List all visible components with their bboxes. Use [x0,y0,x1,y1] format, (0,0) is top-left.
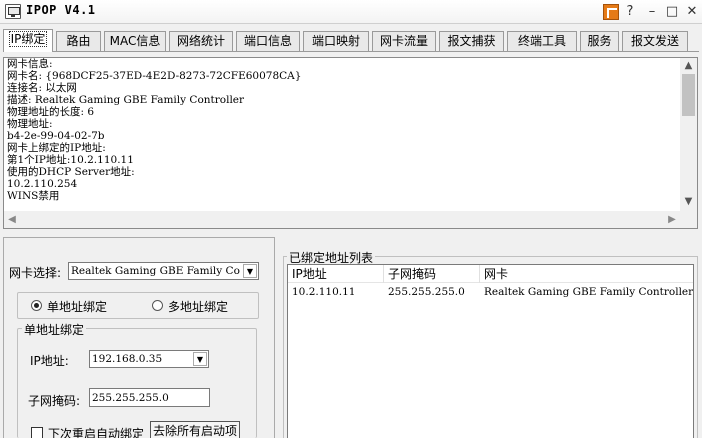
radio-multi-address[interactable] [152,300,163,311]
auto-bind-label: 下次重启自动绑定 [48,427,145,438]
table-row[interactable]: 10.2.110.11 255.255.255.0 Realtek Gaming… [288,284,694,300]
scroll-up-icon[interactable]: ▲ [680,58,697,74]
column-header-adapter[interactable]: 网卡 [480,265,693,283]
adapter-info-textarea[interactable]: 网卡信息: 网卡名: {968DCF25-37ED-4E2D-8273-72CF… [3,57,698,229]
info-line: 网卡上绑定的IP地址: [7,142,106,154]
cell-adapter: Realtek Gaming GBE Family Controller [484,286,694,298]
cell-mask: 255.255.255.0 [388,286,465,298]
ip-address-value: 192.168.0.35 [92,353,163,365]
info-line: 网卡信息: [7,58,53,70]
scroll-down-icon[interactable]: ▼ [680,194,697,210]
system-menu-icon[interactable] [603,4,619,20]
scroll-left-icon[interactable]: ◀ [4,211,20,228]
adapter-select-label: 网卡选择: [9,266,62,280]
remove-all-startup-button[interactable]: 去除所有启动项 [150,421,240,438]
info-line: 10.2.110.254 [7,178,78,190]
radio-single-address[interactable] [31,300,42,311]
adapter-select[interactable]: Realtek Gaming GBE Family Co ▼ [68,262,259,280]
tab-packet-send[interactable]: 报文发送 [622,31,688,51]
close-button[interactable]: ✕ [683,3,701,21]
chevron-down-icon[interactable]: ▼ [193,352,207,366]
subnet-mask-value: 255.255.255.0 [92,392,169,404]
horizontal-scrollbar[interactable]: ◀ ▶ [4,211,681,228]
tab-route[interactable]: 路由 [56,31,101,51]
tab-nic-traffic[interactable]: 网卡流量 [372,31,436,51]
window-title: IPOP V4.1 [26,3,96,17]
tab-services[interactable]: 服务 [580,31,619,51]
chevron-down-icon[interactable]: ▼ [243,264,257,278]
scroll-right-icon[interactable]: ▶ [664,211,680,228]
subnet-mask-input[interactable]: 255.255.255.0 [89,388,210,407]
adapter-info-lines: 网卡信息: 网卡名: {968DCF25-37ED-4E2D-8273-72CF… [7,58,301,202]
minimize-button[interactable]: – [643,3,661,21]
tab-port-info[interactable]: 端口信息 [236,31,300,51]
cell-ip: 10.2.110.11 [292,286,356,298]
app-computer-icon [5,4,21,19]
info-line: 使用的DHCP Server地址: [7,166,135,178]
tab-mac-info[interactable]: MAC信息 [104,31,166,51]
tab-ip-bind[interactable]: IP绑定 [3,29,53,52]
title-bar: IPOP V4.1 ? – □ ✕ [0,0,702,24]
info-line: WINS禁用 [7,190,60,202]
ip-address-label: IP地址: [30,354,69,368]
scroll-thumb[interactable] [682,74,695,116]
list-header: IP地址 子网掩码 网卡 [288,265,693,283]
column-header-ip[interactable]: IP地址 [288,265,384,283]
radio-single-label: 单地址绑定 [47,300,108,314]
info-line: 连接名: 以太网 [7,82,77,94]
tab-packet-capture[interactable]: 报文捕获 [439,31,504,51]
info-line: b4-2e-99-04-02-7b [7,130,105,142]
vertical-scrollbar[interactable]: ▲ ▼ [680,58,697,228]
bound-address-list[interactable]: IP地址 子网掩码 网卡 10.2.110.11 255.255.255.0 R… [287,264,694,438]
tab-terminal-tools[interactable]: 终端工具 [507,31,577,51]
single-bind-group-title: 单地址绑定 [22,321,87,338]
column-header-mask[interactable]: 子网掩码 [384,265,480,283]
tab-port-map[interactable]: 端口映射 [303,31,369,51]
info-line: 第1个IP地址:10.2.110.11 [7,154,134,166]
adapter-select-value: Realtek Gaming GBE Family Co [71,265,240,277]
tab-net-stats[interactable]: 网络统计 [169,31,233,51]
auto-bind-checkbox[interactable] [31,427,43,438]
info-line: 描述: Realtek Gaming GBE Family Controller [7,94,245,106]
help-button[interactable]: ? [621,3,639,21]
maximize-button[interactable]: □ [663,3,681,21]
radio-multi-label: 多地址绑定 [168,300,229,314]
info-line: 网卡名: {968DCF25-37ED-4E2D-8273-72CFE60078… [7,70,302,82]
tab-divider [3,51,699,52]
info-line: 物理地址的长度: 6 [7,106,95,118]
subnet-mask-label: 子网掩码: [28,394,81,408]
ip-address-combo[interactable]: 192.168.0.35 ▼ [89,350,209,368]
info-line: 物理地址: [7,118,53,130]
